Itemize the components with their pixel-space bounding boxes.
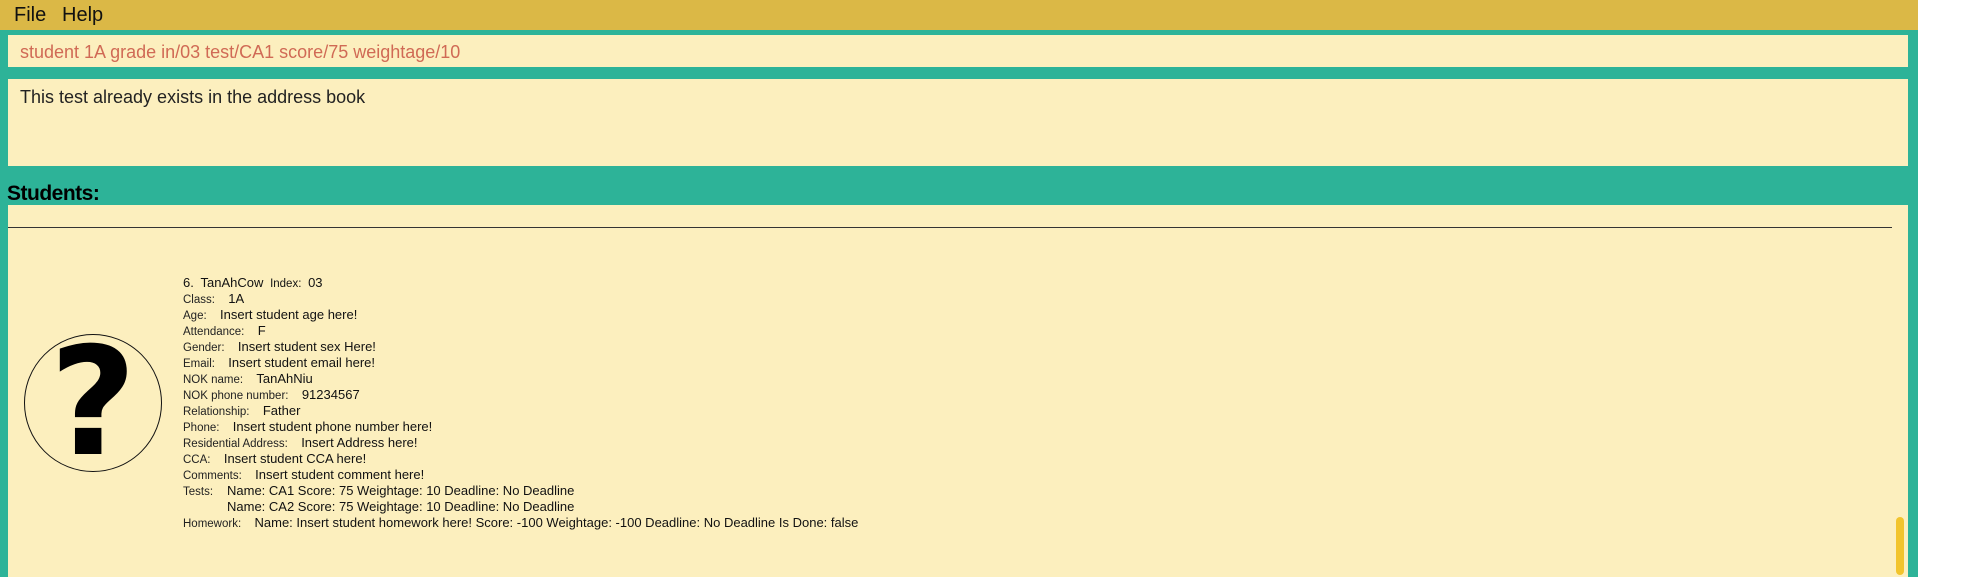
field-value: Insert student comment here!	[255, 467, 425, 482]
field-value: Insert Address here!	[301, 435, 418, 450]
result-display: This test already exists in the address …	[8, 79, 1908, 166]
field-value: F	[257, 323, 266, 338]
field-email: Email: Insert student email here!	[183, 355, 858, 371]
student-name: TanAhCow	[200, 275, 264, 290]
command-input[interactable]: student 1A grade in/03 test/CA1 score/75…	[8, 35, 1908, 67]
student-card[interactable]: 6. TanAhCow Index: 03 Class: 1A Age: Ins…	[183, 275, 858, 531]
question-mark-icon: ?	[49, 316, 137, 490]
app-window: File Help student 1A grade in/03 test/CA…	[0, 0, 1918, 577]
student-header: 6. TanAhCow Index: 03	[183, 275, 858, 291]
tests-label: Tests:	[183, 486, 214, 498]
menu-help[interactable]: Help	[62, 4, 103, 27]
field-attendance: Attendance: F	[183, 323, 858, 339]
field-label: Relationship:	[183, 406, 250, 418]
field-label: Email:	[183, 358, 215, 370]
field-label: Class:	[183, 294, 215, 306]
field-tests: Tests: Name: CA1 Score: 75 Weightage: 10 …	[183, 483, 858, 499]
field-label: Attendance:	[183, 326, 245, 338]
field-gender: Gender: Insert student sex Here!	[183, 339, 858, 355]
student-number: 6.	[183, 275, 194, 290]
homework-label: Homework:	[183, 518, 242, 530]
students-heading: Students:	[7, 182, 100, 205]
field-value: TanAhNiu	[256, 371, 313, 386]
field-value: Father	[262, 403, 301, 418]
result-message: This test already exists in the address …	[20, 87, 366, 107]
field-homework: Homework: Name: Insert student homework …	[183, 515, 858, 531]
field-label: NOK phone number:	[183, 390, 289, 402]
test-entry: Name: CA1 Score: 75 Weightage: 10 Deadli…	[227, 483, 575, 498]
field-age: Age: Insert student age here!	[183, 307, 858, 323]
menu-bar: File Help	[0, 0, 1918, 30]
field-value: Insert student age here!	[220, 307, 358, 322]
field-cca: CCA: Insert student CCA here!	[183, 451, 858, 467]
field-address: Residential Address: Insert Address here…	[183, 435, 858, 451]
student-list-panel[interactable]: ? 6. TanAhCow Index: 03 Class: 1A Age: I…	[8, 205, 1908, 577]
field-label: Comments:	[183, 470, 242, 482]
list-divider	[8, 227, 1892, 228]
field-nok-name: NOK name: TanAhNiu	[183, 371, 858, 387]
field-value: Insert student CCA here!	[223, 451, 367, 466]
field-label: CCA:	[183, 454, 211, 466]
avatar: ?	[24, 316, 162, 490]
vertical-scrollbar[interactable]	[1896, 517, 1904, 575]
field-comments: Comments: Insert student comment here!	[183, 467, 858, 483]
field-label: Gender:	[183, 342, 225, 354]
menu-file[interactable]: File	[14, 4, 46, 27]
field-phone: Phone: Insert student phone number here!	[183, 419, 858, 435]
field-nok-phone: NOK phone number: 91234567	[183, 387, 858, 403]
field-label: Age:	[183, 310, 207, 322]
student-index-value: 03	[308, 275, 323, 290]
field-label: Residential Address:	[183, 438, 288, 450]
field-label: Phone:	[183, 422, 220, 434]
field-relationship: Relationship: Father	[183, 403, 858, 419]
field-class: Class: 1A	[183, 291, 858, 307]
field-value: Insert student phone number here!	[232, 419, 433, 434]
field-value: Insert student sex Here!	[237, 339, 376, 354]
homework-entry: Name: Insert student homework here! Scor…	[254, 515, 859, 530]
student-index-label: Index:	[270, 278, 302, 290]
field-value: 1A	[228, 291, 245, 306]
field-label: NOK name:	[183, 374, 244, 386]
test-entry: Name: CA2 Score: 75 Weightage: 10 Deadli…	[227, 499, 575, 514]
field-value: 91234567	[301, 387, 360, 402]
field-tests-2: Name: CA2 Score: 75 Weightage: 10 Deadli…	[183, 499, 858, 515]
field-value: Insert student email here!	[228, 355, 375, 370]
